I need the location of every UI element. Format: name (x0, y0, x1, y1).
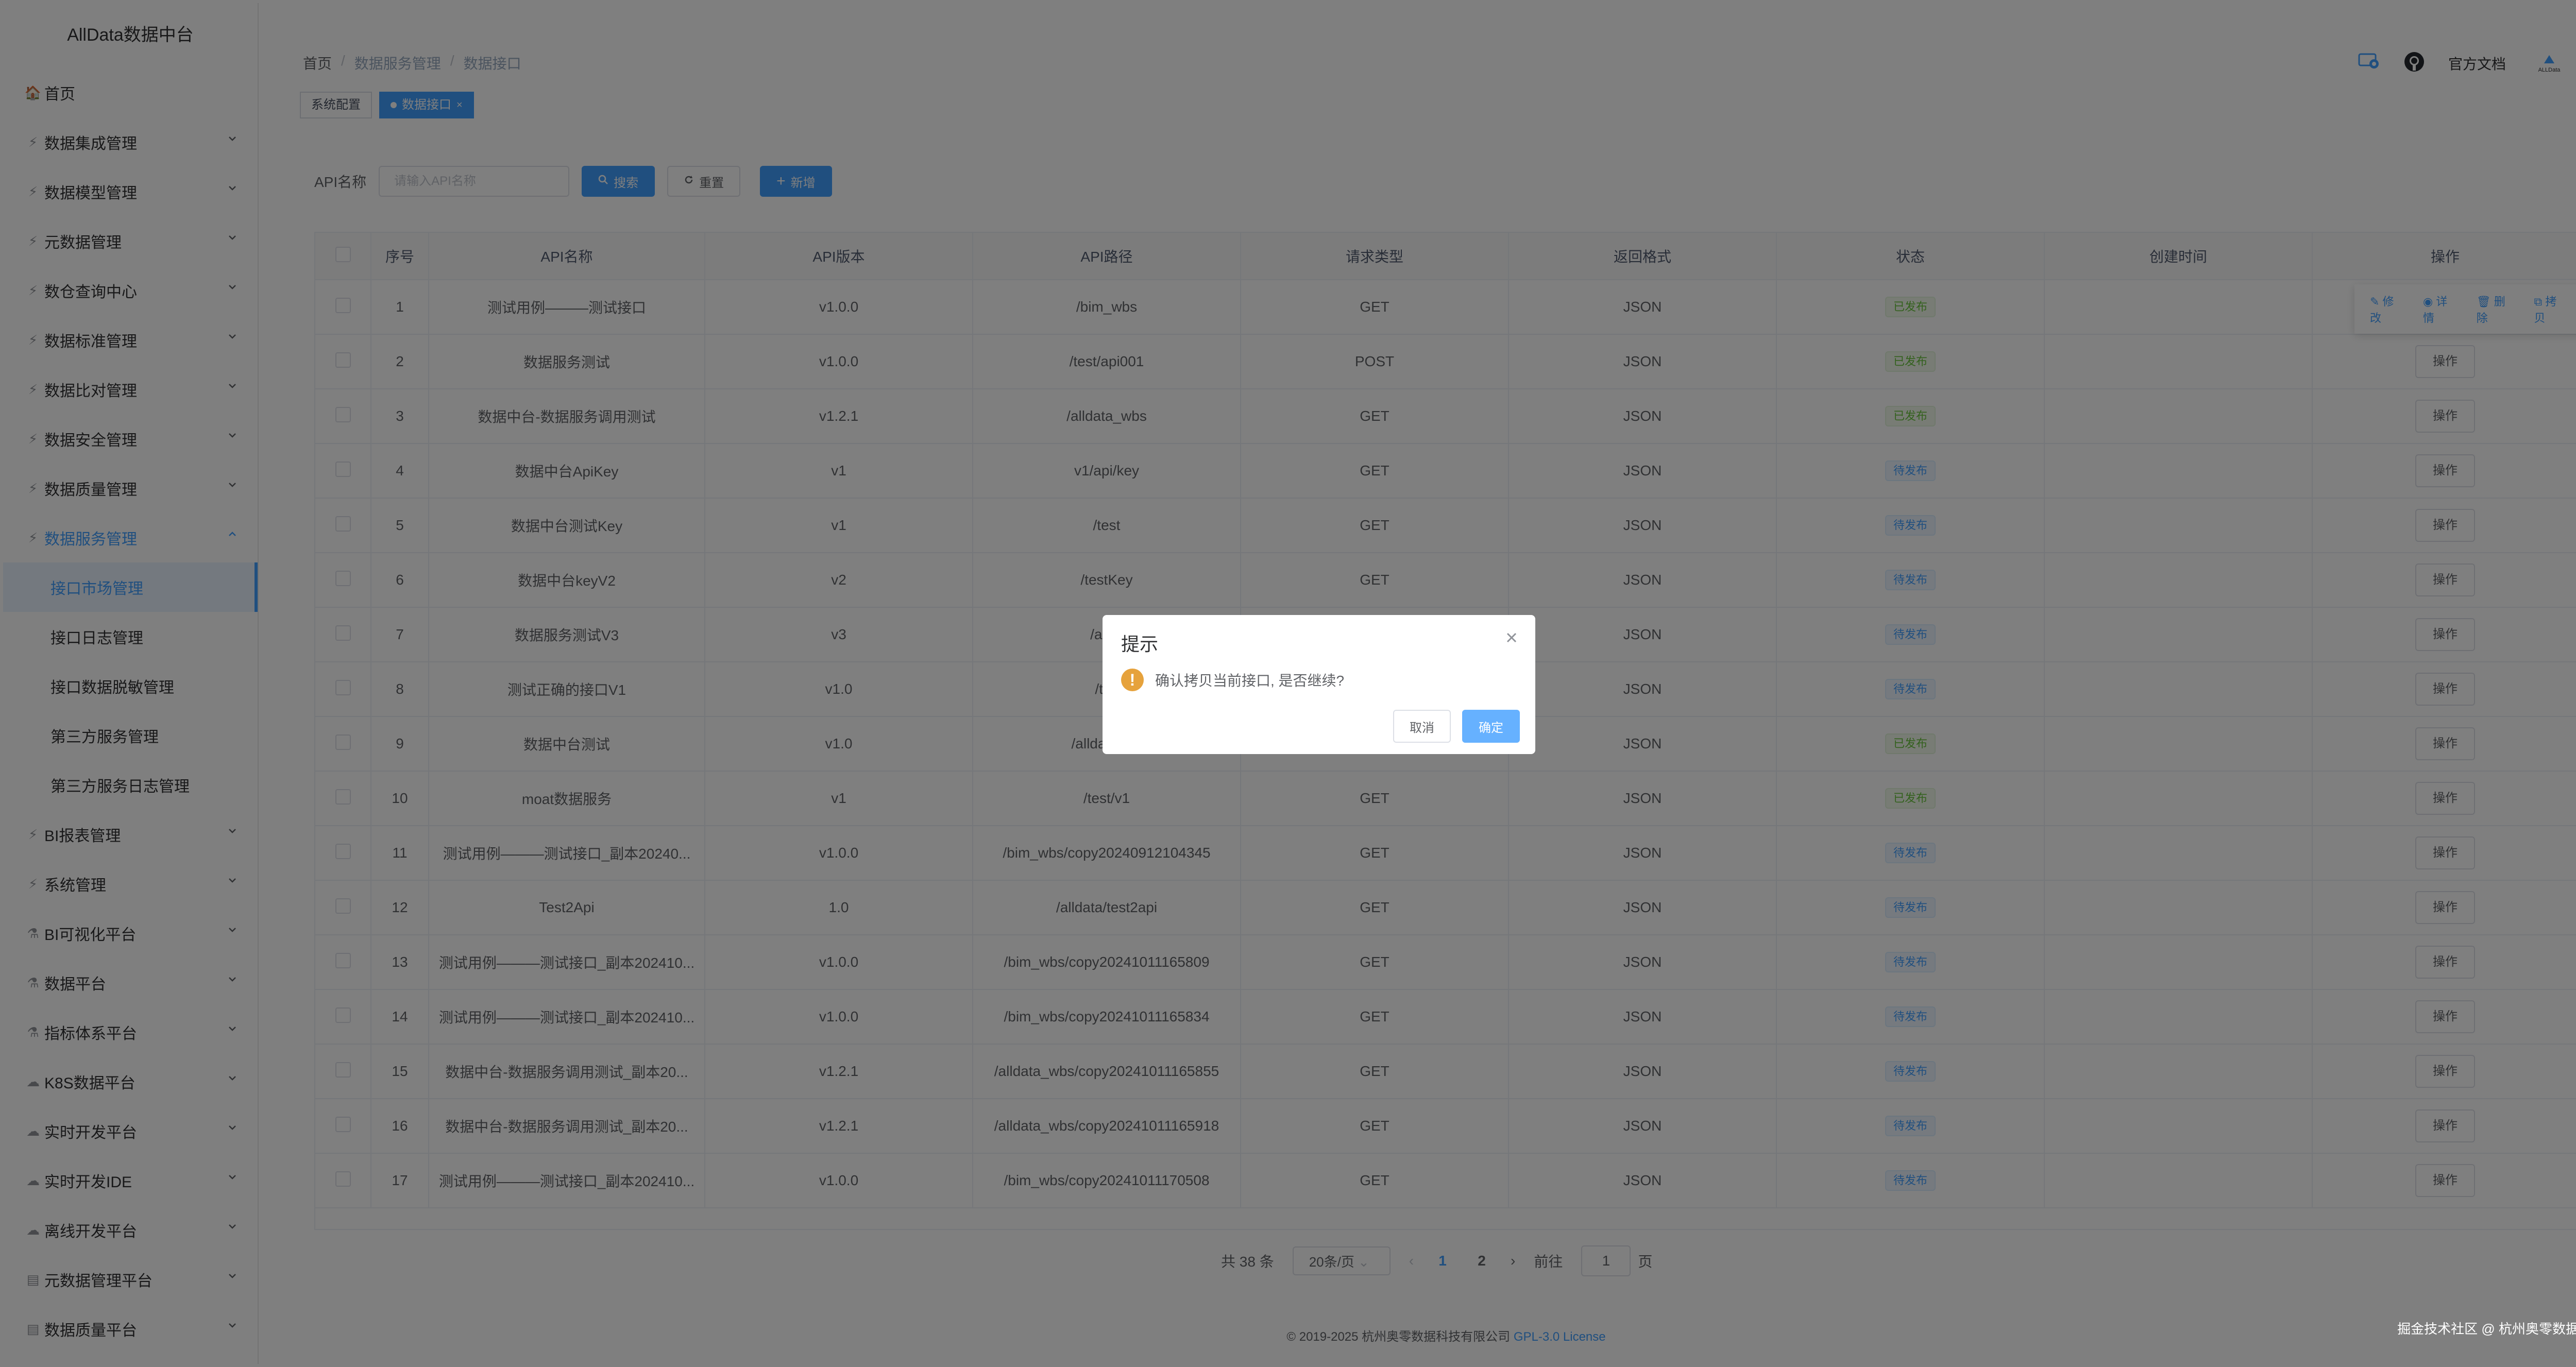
dialog-message: 确认拷贝当前接口, 是否继续? (1155, 673, 1345, 689)
cancel-button[interactable]: 取消 (1393, 710, 1451, 743)
confirm-button[interactable]: 确定 (1462, 710, 1520, 743)
dialog-title: 提示 (1121, 634, 1159, 655)
confirm-dialog: 提示 ! 确认拷贝当前接口, 是否继续? 取消 确定 (1103, 615, 1535, 754)
watermark-text: 掘金技术社区 @ 杭州奥零数据科技 (2397, 1321, 2576, 1337)
app-frame: AllData数据中台 🏠首页⚡数据集成管理⚡数据模型管理⚡元数据管理⚡数仓查询… (0, 0, 2576, 1367)
close-icon[interactable] (1504, 630, 1519, 645)
dialog-body: ! 确认拷贝当前接口, 是否继续? (1121, 669, 1344, 691)
dialog-footer: 取消 确定 (1393, 710, 1520, 743)
warning-icon: ! (1121, 669, 1144, 691)
